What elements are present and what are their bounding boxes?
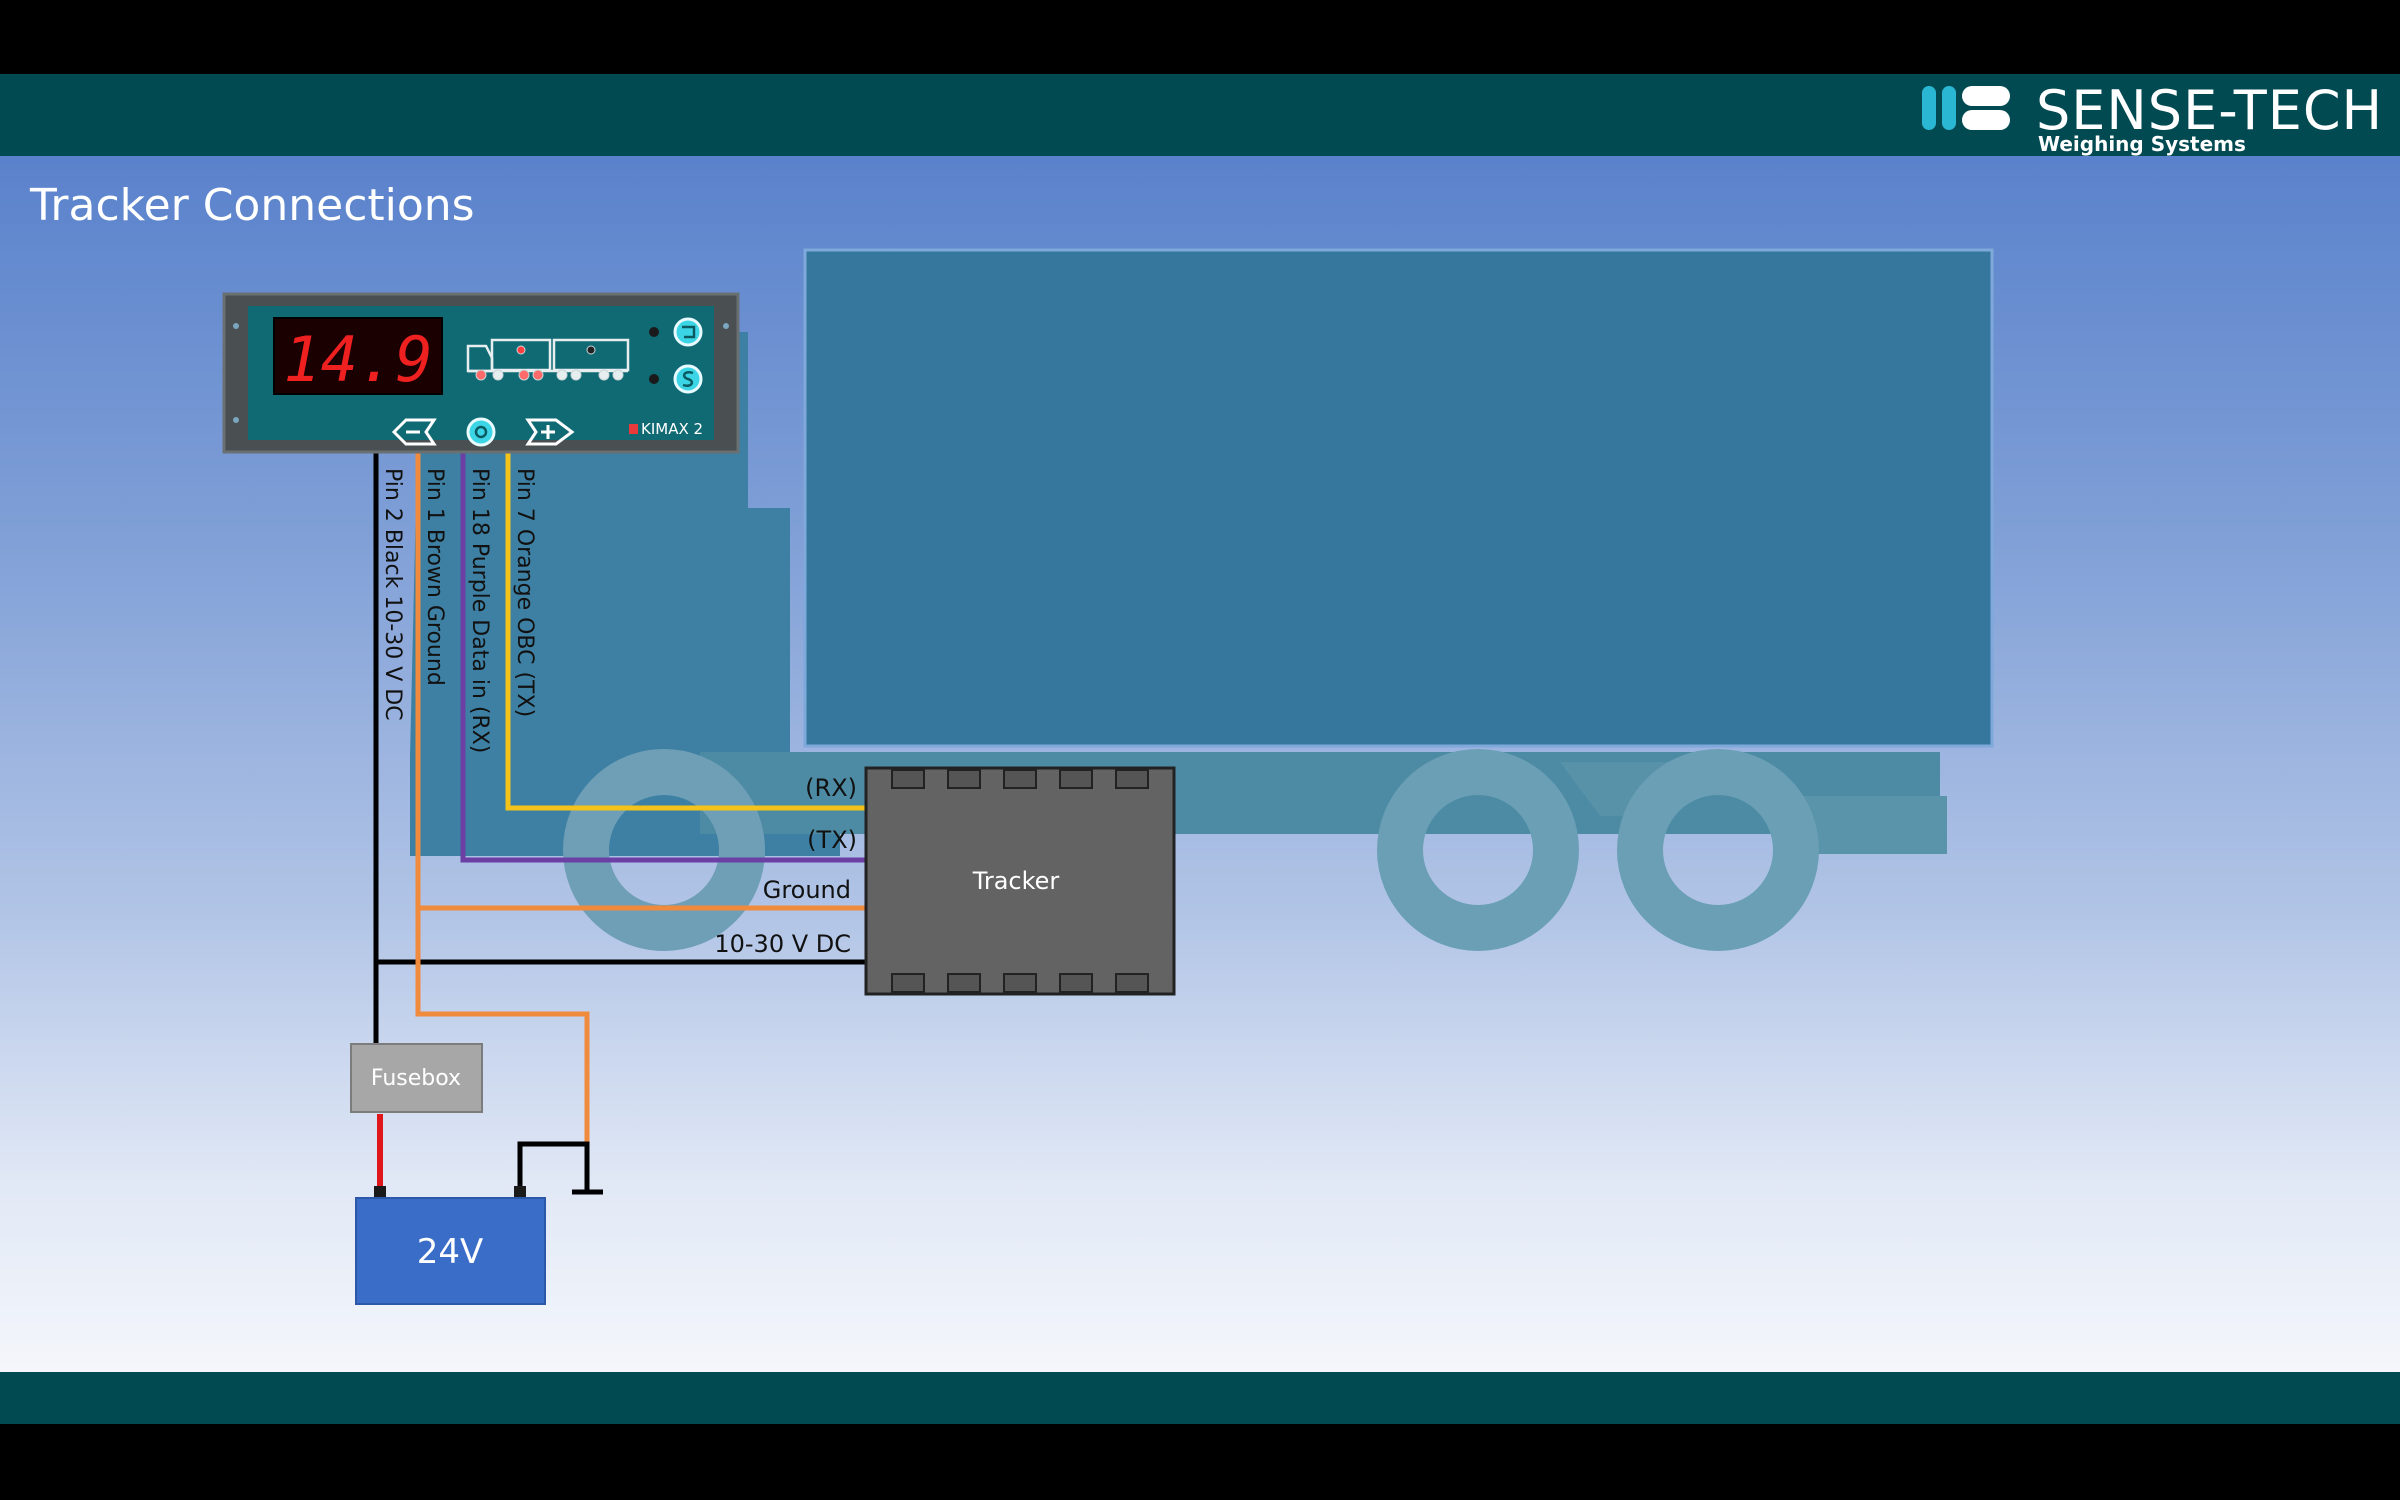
led-indicator-top [649,327,659,337]
wiring-diagram: Pin 2 Black 10-30 V DC Pin 1 Brown Groun… [222,248,1994,1305]
scale-button[interactable] [673,364,703,394]
tare-button[interactable] [673,317,703,347]
battery-label: 24V [417,1232,484,1272]
brand-tagline: Weighing Systems [2038,132,2246,156]
diagram-stage: Tracker Connections Pin 2 Black 10-30 V … [0,156,2400,1372]
tracker-port-ground-label: Ground [763,876,851,904]
wire-label-pin1-brown: Pin 1 Brown Ground [422,468,447,686]
letterbox-top [0,0,2400,74]
battery-terminal-positive [374,1186,386,1198]
tracker-port-rx-label: (RX) [805,774,857,802]
kimax-logo-mark [629,424,638,434]
battery-terminal-negative [514,1186,526,1198]
battery-ground-bracket [517,1141,603,1198]
wire-label-pin18-purple: Pin 18 Purple Data in (RX) [467,468,492,753]
tracker-label: Tracker [972,867,1060,895]
tracker-port-tx-label: (TX) [807,826,857,854]
header-bar: SENSE-TECH Weighing Systems [0,74,2400,156]
led-indicator-bottom [649,374,659,384]
display-model-label: KIMAX 2 [641,420,703,438]
ok-button[interactable] [466,417,496,447]
display-unit: 14.9 KIMAX 2 [222,292,740,454]
truck-cargo-box [803,248,1994,748]
footer-bar [0,1372,2400,1424]
brand-logo-mark [1922,86,2010,130]
wire-label-pin7-orange: Pin 7 Orange OBC (TX) [512,468,537,717]
brand-logo: SENSE-TECH Weighing Systems [1920,80,2400,156]
battery: 24V [355,1197,546,1305]
letterbox-bottom [0,1424,2400,1500]
fusebox-label: Fusebox [371,1066,461,1091]
wire-label-pin2-black: Pin 2 Black 10-30 V DC [380,468,405,721]
weight-readout: 14.9 [283,323,432,396]
tracker-device: Tracker [864,766,1176,996]
fusebox: Fusebox [350,1043,483,1113]
tracker-port-power-label: 10-30 V DC [714,930,851,958]
